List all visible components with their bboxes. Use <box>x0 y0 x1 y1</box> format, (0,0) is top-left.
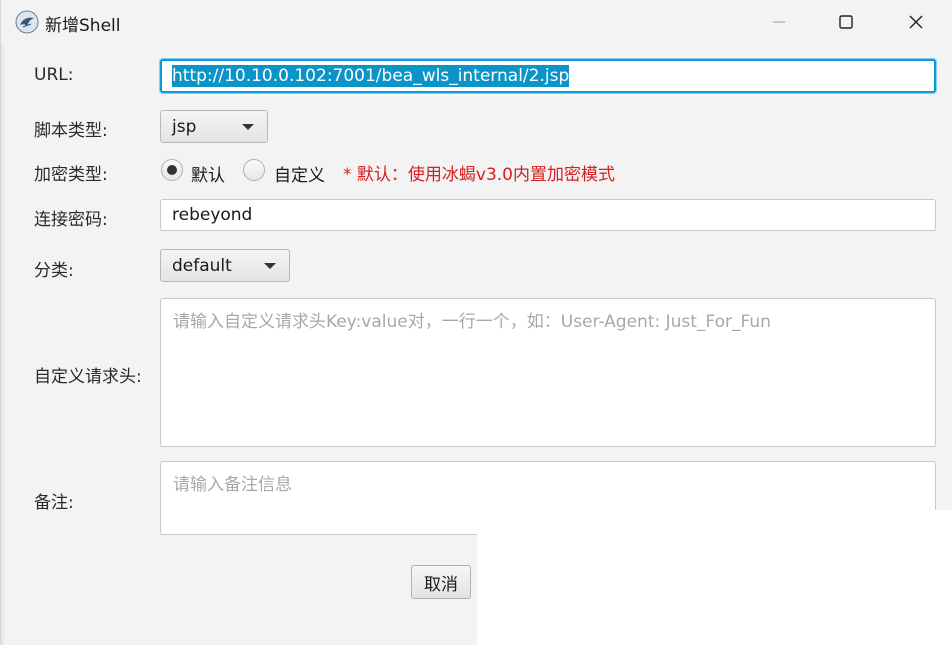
window-edge <box>1 44 4 645</box>
password-label: 连接密码: <box>34 210 108 230</box>
radio-selected-dot <box>167 165 177 175</box>
title-bar[interactable]: 新增Shell <box>1 0 952 44</box>
script-type-label: 脚本类型: <box>34 121 108 141</box>
minimize-button[interactable] <box>744 0 814 44</box>
url-label: URL: <box>34 65 74 85</box>
category-label: 分类: <box>34 261 74 281</box>
notes-placeholder: 请输入备注信息 <box>173 475 292 495</box>
radio-custom-label[interactable]: 自定义 <box>274 161 325 186</box>
radio-default[interactable] <box>161 159 183 181</box>
chevron-down-icon <box>264 263 276 269</box>
occluded-region <box>477 510 952 645</box>
script-type-value: jsp <box>172 116 197 137</box>
category-select[interactable]: default <box>160 249 290 282</box>
dialog-window: 新增Shell URL: http://10.10.0.102:7001/bea… <box>0 0 952 645</box>
close-icon <box>909 15 923 29</box>
headers-placeholder: 请输入自定义请求头Key:value对，一行一个，如：User-Agent: J… <box>173 312 771 332</box>
category-value: default <box>172 255 232 276</box>
chevron-down-icon <box>242 124 254 130</box>
window-title: 新增Shell <box>45 16 121 36</box>
url-input[interactable]: http://10.10.0.102:7001/bea_wls_internal… <box>160 59 936 93</box>
radio-default-label[interactable]: 默认 <box>191 161 225 186</box>
app-icon <box>15 10 39 34</box>
encrypt-type-label: 加密类型: <box>34 165 108 185</box>
close-button[interactable] <box>881 0 951 44</box>
cancel-button[interactable]: 取消 <box>411 565 471 599</box>
notes-label: 备注: <box>34 493 74 513</box>
headers-label: 自定义请求头: <box>34 367 142 387</box>
maximize-button[interactable] <box>811 0 881 44</box>
minimize-icon <box>773 21 785 23</box>
radio-custom[interactable] <box>243 159 265 181</box>
maximize-icon <box>839 15 853 29</box>
password-value: rebeyond <box>172 205 253 225</box>
script-type-select[interactable]: jsp <box>160 110 268 143</box>
url-value: http://10.10.0.102:7001/bea_wls_internal… <box>172 65 570 87</box>
headers-textarea[interactable]: 请输入自定义请求头Key:value对，一行一个，如：User-Agent: J… <box>160 298 936 447</box>
encrypt-hint: * 默认：使用冰蝎v3.0内置加密模式 <box>343 165 615 185</box>
password-input[interactable]: rebeyond <box>160 199 936 231</box>
